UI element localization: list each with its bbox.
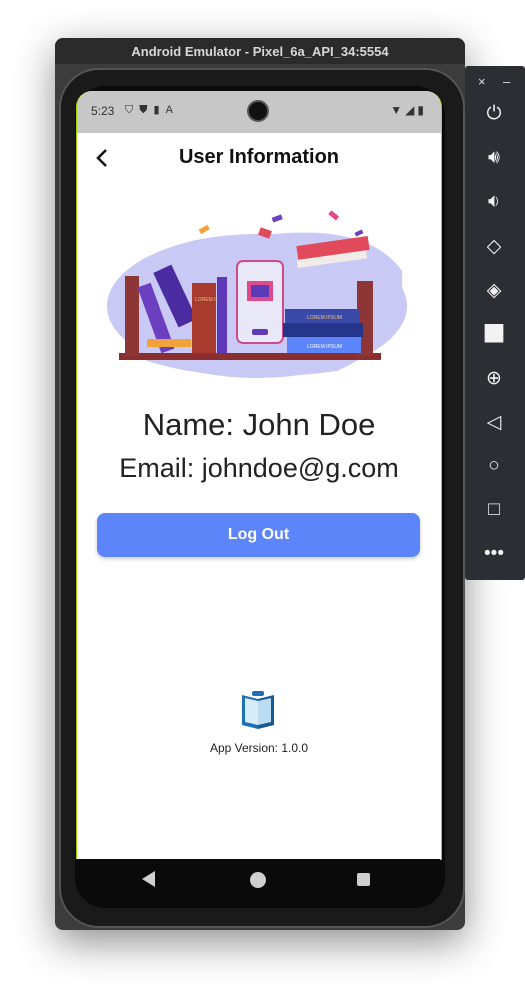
bookshelf-illustration: LOREM IPSUM LOREM IPSUM LOREM IPSUM (107, 211, 407, 378)
power-icon[interactable]: ⏻ (480, 100, 508, 128)
phone-screen: 5:23 ⛉⛊▮A ▼◢▮ User Information LOREM IPS… (76, 91, 442, 860)
nav-recents-icon[interactable] (357, 873, 370, 886)
system-icons: ▼◢▮ (390, 103, 427, 117)
nav-back-icon[interactable] (142, 871, 155, 887)
app-version: App Version: 1.0.0 (209, 741, 309, 755)
shield-icon: ⛊ (139, 104, 154, 116)
wifi-icon: ▼ (390, 103, 406, 117)
book-title-2: LOREM IPSUM (307, 315, 342, 321)
minimize-toolbar-button[interactable]: – (503, 74, 510, 89)
close-toolbar-button[interactable]: × (478, 74, 486, 89)
navigation-bar (76, 859, 440, 903)
book-title-3: LOREM IPSUM (307, 344, 342, 350)
volume-down-icon[interactable]: 🔉︎ (480, 188, 508, 216)
zoom-icon[interactable]: ⊕ (480, 364, 508, 392)
overview-icon[interactable]: □ (480, 496, 508, 524)
more-icon[interactable]: ••• (480, 540, 508, 568)
logout-button[interactable]: Log Out (97, 513, 420, 557)
camera-cutout (247, 100, 269, 122)
battery-icon: ▮ (417, 103, 427, 117)
user-name: Name: John Doe (142, 407, 376, 442)
app-bar: User Information (77, 133, 441, 183)
shield-icon: ⛉ (125, 104, 140, 116)
home-icon[interactable]: ○ (480, 452, 508, 480)
signal-icon: ◢ (405, 103, 418, 117)
page-title: User Information (178, 146, 340, 168)
rotate-left-icon[interactable]: ◇ (480, 232, 508, 260)
app-logo-book-icon (242, 691, 274, 729)
rotate-right-icon[interactable]: ◈ (480, 276, 508, 304)
emulator-toolbar: × – ⏻ 🔊︎ 🔉︎ ◇ ◈ ⬛︎ ⊕ ◁ ○ □ ••• (465, 66, 525, 580)
window-title: Android Emulator - Pixel_6a_API_34:5554 (55, 38, 465, 64)
back-icon[interactable]: ◁ (480, 408, 508, 436)
logout-label: Log Out (227, 526, 290, 543)
nav-home-icon[interactable] (250, 872, 266, 888)
a-icon: A (165, 104, 179, 116)
status-bar: 5:23 ⛉⛊▮A ▼◢▮ (77, 91, 441, 133)
user-email: Email: johndoe@g.com (119, 453, 399, 483)
camera-icon[interactable]: ⬛︎ (480, 320, 508, 348)
notification-icons: ⛉⛊▮A (125, 103, 179, 117)
status-time: 5:23 (91, 104, 115, 118)
sim-icon: ▮ (153, 104, 166, 116)
volume-up-icon[interactable]: 🔊︎ (480, 144, 508, 172)
